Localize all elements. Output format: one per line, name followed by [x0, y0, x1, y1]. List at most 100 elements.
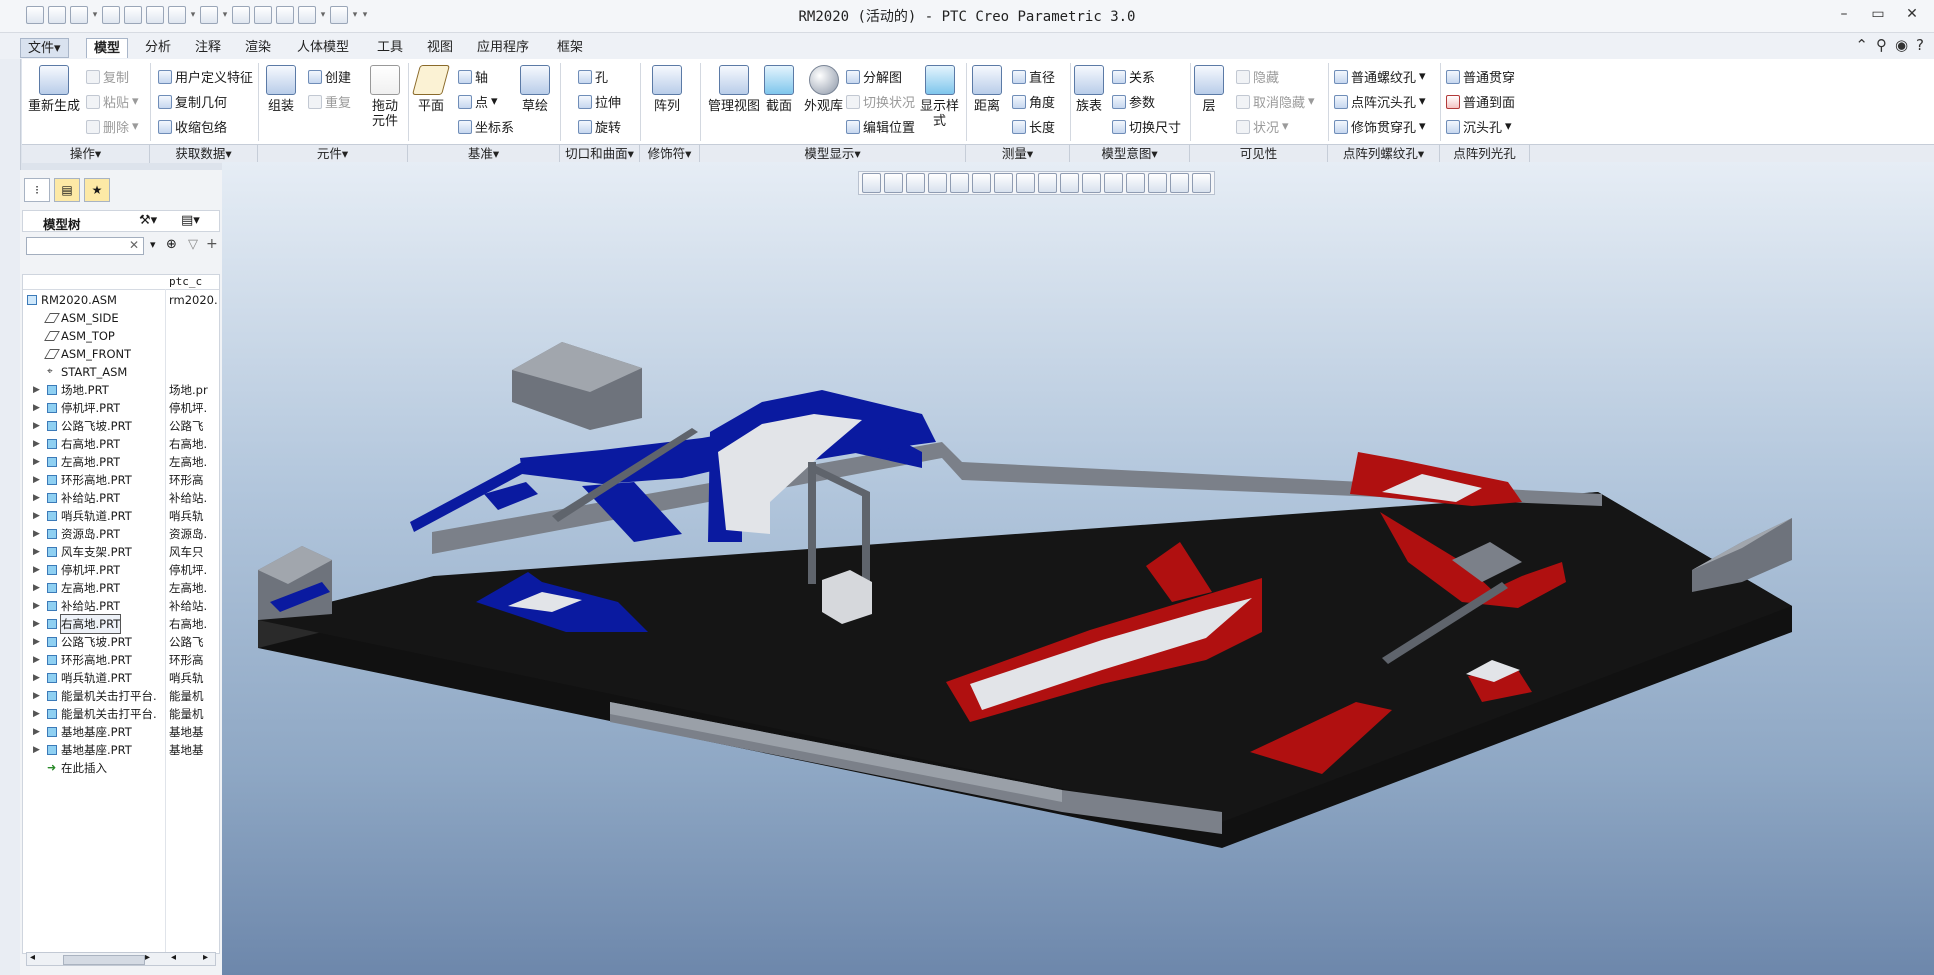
hole-button[interactable]: 孔 — [578, 67, 608, 86]
scroll-left-icon[interactable]: ◂ — [30, 952, 35, 963]
repeat-button[interactable]: 重复 — [308, 92, 351, 111]
save-copy-icon[interactable] — [146, 6, 164, 24]
angle-button[interactable]: 角度 — [1012, 92, 1055, 111]
close-window-icon[interactable] — [276, 6, 294, 24]
edit-position-button[interactable]: 编辑位置 — [846, 117, 915, 136]
tree-row[interactable]: ▶ 右高地.PRT 右高地. — [23, 435, 219, 453]
app-icon[interactable] — [26, 6, 44, 24]
group-plain-hole-pattern[interactable]: 点阵列光孔 — [1440, 145, 1530, 163]
regular-to-face-button[interactable]: 普通到面 — [1446, 92, 1515, 111]
save-icon[interactable] — [124, 6, 142, 24]
status-button[interactable]: 状况 ▾ — [1236, 117, 1289, 136]
expand-arrow-icon[interactable]: ▶ — [33, 453, 40, 471]
dropdown-arrow-icon[interactable]: ▾ — [92, 6, 98, 24]
explode-view-button[interactable]: 分解图 — [846, 67, 902, 86]
left-collapse-strip[interactable] — [0, 59, 21, 975]
tree-row[interactable]: ▶ 能量机关击打平台. 能量机 — [23, 705, 219, 723]
help-icon[interactable]: ? — [1916, 36, 1924, 54]
group-datum[interactable]: 基准▾ — [408, 145, 560, 163]
display-style-icon[interactable] — [950, 173, 969, 193]
axis-display-icon[interactable] — [1104, 173, 1123, 193]
cosmetic-through-hole-button[interactable]: 修饰贯穿孔 ▾ — [1334, 117, 1426, 136]
group-measure[interactable]: 测量▾ — [966, 145, 1070, 163]
group-get-data[interactable]: 获取数据▾ — [150, 145, 258, 163]
copy-button[interactable]: 复制 — [86, 67, 129, 86]
zoom-out-icon[interactable] — [906, 173, 925, 193]
expand-arrow-icon[interactable]: ▶ — [33, 471, 40, 489]
tree-row[interactable]: ▶ 公路飞坡.PRT 公路飞 — [23, 417, 219, 435]
scroll-right-icon-2[interactable]: ▸ — [203, 952, 208, 963]
create-button[interactable]: 创建 — [308, 67, 351, 86]
plane-display-icon[interactable] — [1082, 173, 1101, 193]
unhide-button[interactable]: 取消隐藏 ▾ — [1236, 92, 1315, 111]
tree-row[interactable]: ASM_FRONT — [23, 345, 219, 363]
undo-dropdown-icon[interactable]: ▾ — [190, 6, 196, 24]
group-thread-hole-pattern[interactable]: 点阵列螺纹孔▾ — [1328, 145, 1440, 163]
collapse-ribbon-icon[interactable]: ⌃ — [1855, 36, 1868, 54]
revolve-button[interactable]: 旋转 — [578, 117, 621, 136]
expand-arrow-icon[interactable]: ▶ — [33, 723, 40, 741]
group-modifiers[interactable]: 修饰符▾ — [640, 145, 700, 163]
tree-row[interactable]: ▶ 停机坪.PRT 停机坪. — [23, 399, 219, 417]
tree-row[interactable]: ASM_TOP — [23, 327, 219, 345]
tab-analysis[interactable]: 分析 — [138, 38, 178, 58]
distance-button[interactable]: 距离 — [972, 65, 1002, 114]
switch-window-icon[interactable] — [298, 6, 316, 24]
tab-tools[interactable]: 工具 — [370, 38, 410, 58]
tree-row[interactable]: ▶ 公路飞坡.PRT 公路飞 — [23, 633, 219, 651]
manage-views-button[interactable]: 管理视图 — [708, 65, 760, 114]
search-dropdown-icon[interactable]: ▾ — [150, 238, 156, 251]
tab-view[interactable]: 视图 — [420, 38, 460, 58]
family-table-button[interactable]: 族表 — [1074, 65, 1104, 114]
tree-row[interactable]: ▶ 基地基座.PRT 基地基 — [23, 723, 219, 741]
csys-display-icon[interactable] — [1148, 173, 1167, 193]
community-icon[interactable]: ◉ — [1895, 36, 1908, 54]
delete-button[interactable]: 删除 ▾ — [86, 117, 139, 136]
relations-button[interactable]: 关系 — [1112, 67, 1155, 86]
saved-orientations-icon[interactable] — [972, 173, 991, 193]
regenerate-icon[interactable] — [232, 6, 250, 24]
tab-model[interactable]: 模型 — [86, 38, 129, 58]
close-button[interactable]: ✕ — [1904, 6, 1920, 22]
view-manager-icon[interactable] — [994, 173, 1013, 193]
graphics-window[interactable] — [222, 162, 1934, 975]
user-defined-feature-button[interactable]: 用户定义特征 — [158, 67, 253, 86]
pattern-button[interactable]: 阵列 — [652, 65, 682, 114]
spin-center-icon[interactable] — [1192, 173, 1211, 193]
tree-row[interactable]: RM2020.ASM rm2020. — [23, 291, 219, 309]
zoom-in-icon[interactable] — [884, 173, 903, 193]
switch-dimensions-button[interactable]: 切换尺寸 — [1112, 117, 1181, 136]
clear-search-icon[interactable]: ✕ — [129, 238, 139, 252]
tree-row[interactable]: ➜ 在此插入 — [23, 759, 219, 777]
pattern-countersink-button[interactable]: 点阵沉头孔 ▾ — [1334, 92, 1426, 111]
expand-arrow-icon[interactable]: ▶ — [33, 669, 40, 687]
tree-row[interactable]: ▶ 左高地.PRT 左高地. — [23, 453, 219, 471]
hide-button[interactable]: 隐藏 — [1236, 67, 1279, 86]
layers-button[interactable]: 层 — [1194, 65, 1224, 114]
folder-icon[interactable] — [102, 6, 120, 24]
toggle-status-button[interactable]: 切换状况 — [846, 92, 915, 111]
expand-arrow-icon[interactable]: ▶ — [33, 417, 40, 435]
tree-row[interactable]: ASM_SIDE — [23, 309, 219, 327]
customize-qat-icon[interactable]: ▾ — [362, 6, 368, 24]
tree-row[interactable]: ▶ 环形高地.PRT 环形高 — [23, 471, 219, 489]
extrude-button[interactable]: 拉伸 — [578, 92, 621, 111]
tab-render[interactable]: 渲染 — [238, 38, 278, 58]
filter-icon[interactable]: ▽ — [188, 237, 198, 252]
expand-arrow-icon[interactable]: ▶ — [33, 687, 40, 705]
annotation-display-icon[interactable] — [1170, 173, 1189, 193]
tab-manikin[interactable]: 人体模型 — [290, 38, 356, 58]
expand-arrow-icon[interactable]: ▶ — [33, 633, 40, 651]
switch-dropdown-icon[interactable]: ▾ — [320, 6, 326, 24]
tree-row[interactable]: ▶ 停机坪.PRT 停机坪. — [23, 561, 219, 579]
expand-arrow-icon[interactable]: ▶ — [33, 741, 40, 759]
countersink-button[interactable]: 沉头孔 ▾ — [1446, 117, 1512, 136]
tree-row[interactable]: ▶ 补给站.PRT 补给站. — [23, 597, 219, 615]
tree-row[interactable]: ⌖ START_ASM — [23, 363, 219, 381]
tree-row[interactable]: ▶ 哨兵轨道.PRT 哨兵轨 — [23, 507, 219, 525]
expand-arrow-icon[interactable]: ▶ — [33, 399, 40, 417]
scroll-right-icon[interactable]: ▸ — [145, 952, 150, 963]
tab-framework[interactable]: 框架 — [550, 38, 590, 58]
expand-arrow-icon[interactable]: ▶ — [33, 435, 40, 453]
undo-icon[interactable] — [168, 6, 186, 24]
